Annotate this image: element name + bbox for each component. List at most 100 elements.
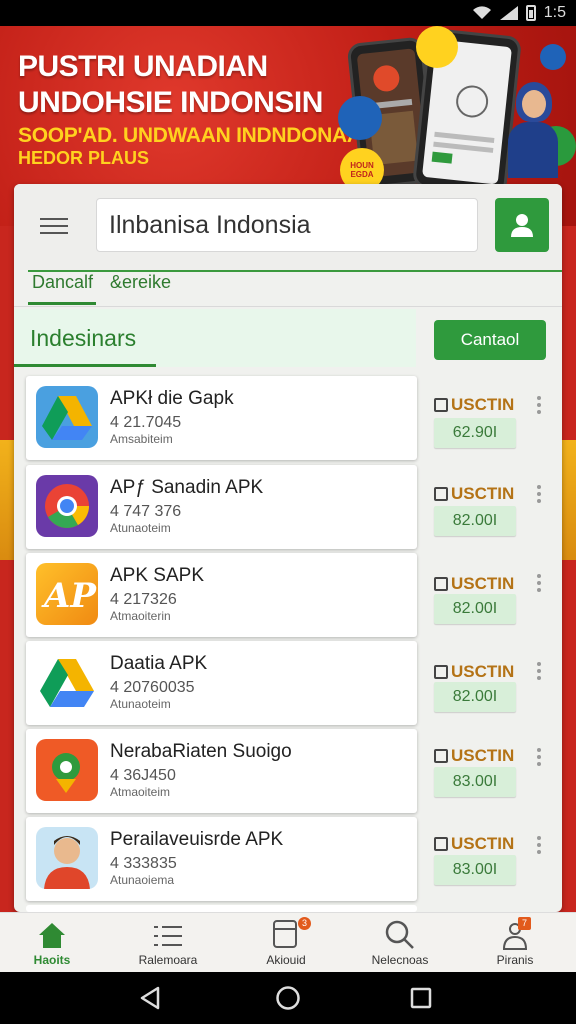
price-button[interactable]: 82.00I	[434, 682, 516, 712]
install-label: USCTIN	[451, 395, 515, 414]
install-checkbox[interactable]: USCTIN	[434, 391, 514, 419]
more-options-icon[interactable]	[535, 396, 543, 418]
checkbox-icon	[434, 837, 448, 851]
tab-dancalf[interactable]: Dancalf	[32, 272, 93, 293]
app-subtitle: Atunaoiema	[110, 873, 175, 887]
banner-badge-blue	[338, 96, 382, 140]
banner-headline-2: UNDOHSIE INDONSIN	[18, 86, 323, 119]
list-item-partial[interactable]	[26, 905, 417, 912]
nav-tablet[interactable]: 3 Akiouid	[236, 913, 336, 973]
signal-icon	[499, 6, 518, 20]
checkbox-icon	[434, 749, 448, 763]
nav-search-label: Nelecnoas	[371, 953, 429, 967]
more-options-icon[interactable]	[535, 836, 543, 858]
app-store-panel: Ilnbanisa Indonsia Dancalf &ereike Indes…	[14, 184, 562, 912]
nav-list-label: Ralemoara	[138, 953, 198, 967]
price-button[interactable]: 82.00I	[434, 506, 516, 536]
banner-badge-white	[540, 44, 566, 70]
banner-headline-1: PUSTRI UNADIAN	[18, 50, 268, 83]
nav-tablet-badge: 3	[298, 917, 311, 930]
tab-ereike[interactable]: &ereike	[110, 272, 171, 293]
banner-subline-2: HEDOR PLAUS	[18, 148, 150, 168]
cancel-button[interactable]: Cantaol	[434, 320, 546, 360]
menu-button[interactable]	[40, 214, 70, 238]
install-label: USCTIN	[451, 484, 515, 503]
price-button[interactable]: 83.00I	[434, 767, 516, 797]
tablet-icon	[273, 920, 297, 948]
divider	[14, 306, 562, 307]
install-label: USCTIN	[451, 662, 515, 681]
status-bar: 1:5	[0, 0, 576, 26]
banner-person-illustration	[508, 78, 558, 178]
nav-search[interactable]: Nelecnoas	[350, 913, 450, 973]
nav-profile-label: Piranis	[496, 953, 534, 967]
more-options-icon[interactable]	[535, 662, 543, 684]
active-tab-indicator	[28, 302, 96, 305]
user-profile-button[interactable]	[495, 198, 549, 252]
install-checkbox[interactable]: USCTIN	[434, 480, 514, 508]
wifi-icon	[472, 6, 491, 20]
search-icon	[385, 920, 414, 949]
more-options-icon[interactable]	[535, 748, 543, 770]
banner-badge-yellow-2	[416, 26, 458, 68]
app-name: APKł die Gapk	[110, 388, 234, 409]
ap-icon: AP	[36, 563, 98, 625]
tabs-divider	[28, 270, 562, 272]
section-title: Indesinars	[30, 325, 137, 351]
install-label: USCTIN	[451, 746, 515, 765]
avatar-icon	[36, 827, 98, 889]
user-icon	[511, 214, 533, 237]
price-button[interactable]: 83.00I	[434, 855, 516, 885]
system-navigation-bar	[0, 972, 576, 1024]
drive-icon	[36, 386, 98, 448]
nav-home[interactable]: Haoits	[2, 913, 102, 973]
toolbar: Ilnbanisa Indonsia	[14, 184, 562, 270]
chrome-icon	[36, 475, 98, 537]
more-options-icon[interactable]	[535, 485, 543, 507]
list-item[interactable]: AP APK SAPK 4 217326 Atmaoiterin	[26, 553, 417, 637]
app-name: NerabaRiaten Suoigo	[110, 741, 292, 762]
app-subtitle: Amsabiteim	[110, 432, 173, 446]
recents-icon[interactable]	[410, 987, 432, 1009]
more-options-icon[interactable]	[535, 574, 543, 596]
home-circle-icon[interactable]	[275, 985, 301, 1011]
menu-icon	[40, 218, 68, 220]
nav-profile-badge: 7	[518, 917, 531, 930]
app-subtitle: Atmaoiterin	[110, 609, 171, 623]
app-name: APƒ Sanadin APK	[110, 477, 264, 498]
checkbox-icon	[434, 665, 448, 679]
price-button[interactable]: 82.00I	[434, 594, 516, 624]
app-name: Daatia APK	[110, 653, 208, 674]
drive-icon	[36, 651, 98, 713]
list-item[interactable]: APƒ Sanadin APK 4 747 376 Atunaoteim	[26, 465, 417, 549]
app-name: Perailaveuisrde APK	[110, 829, 284, 850]
list-item[interactable]: APKł die Gapk 4 21.7045 Amsabiteim	[26, 376, 417, 460]
clock: 1:5	[543, 4, 566, 21]
app-number: 4 36J450	[110, 767, 176, 784]
maps-icon	[36, 739, 98, 801]
home-icon	[39, 923, 65, 948]
price-button[interactable]: 62.90I	[434, 418, 516, 448]
banner-subline-1: SOOP'AD. UNDWAAN INDNDONAAN	[18, 124, 377, 147]
install-checkbox[interactable]: USCTIN	[434, 742, 514, 770]
nav-list[interactable]: Ralemoara	[118, 913, 218, 973]
back-icon[interactable]	[138, 986, 162, 1010]
install-checkbox[interactable]: USCTIN	[434, 830, 514, 858]
bottom-navigation: Haoits Ralemoara 3 Akiouid Nelecnoas 7 P…	[0, 912, 576, 973]
nav-home-label: Haoits	[33, 953, 71, 967]
app-subtitle: Atunaoteim	[110, 697, 171, 711]
list-item[interactable]: Daatia APK 4 20760035 Atunaoteim	[26, 641, 417, 725]
nav-profile[interactable]: 7 Piranis	[465, 913, 565, 973]
app-number: 4 747 376	[110, 503, 182, 520]
list-item[interactable]: Perailaveuisrde APK 4 333835 Atunaoiema	[26, 817, 417, 901]
checkbox-icon	[434, 487, 448, 501]
app-name: APK SAPK	[110, 565, 204, 586]
search-input[interactable]: Ilnbanisa Indonsia	[96, 198, 478, 252]
checkbox-icon	[434, 577, 448, 591]
app-subtitle: Atmaoiteim	[110, 785, 171, 799]
svg-text:AP: AP	[41, 576, 97, 616]
install-label: USCTIN	[451, 834, 515, 853]
app-number: 4 333835	[110, 855, 177, 872]
list-item[interactable]: NerabaRiaten Suoigo 4 36J450 Atmaoiteim	[26, 729, 417, 813]
app-number: 4 21.7045	[110, 414, 182, 431]
